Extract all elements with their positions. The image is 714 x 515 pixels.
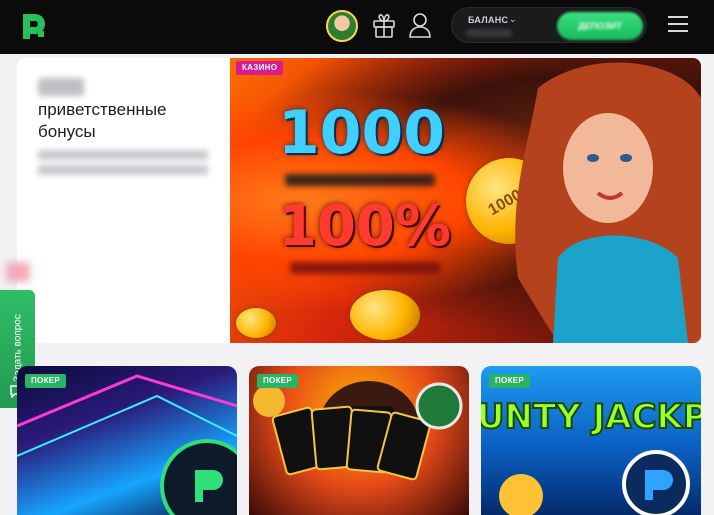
deposit-button[interactable]: ДЕПОЗИТ xyxy=(557,12,643,40)
top-header: БАЛАНС ⌄ ДЕПОЗИТ xyxy=(0,0,714,54)
casino-badge: КАЗИНО xyxy=(236,61,284,75)
logo-icon[interactable] xyxy=(19,11,49,41)
promo-banner[interactable]: приветственные бонусы КАЗИНО 1000 100% 1… xyxy=(17,58,701,343)
promo-image-hidden-line xyxy=(290,262,440,274)
game-card[interactable]: ПОКЕР BOUNTY JACKPOT xyxy=(481,366,701,515)
user-icon[interactable] xyxy=(407,11,433,39)
gift-icon[interactable] xyxy=(370,11,398,39)
poker-badge: ПОКЕР xyxy=(489,374,531,388)
coin-icon xyxy=(350,290,420,340)
promo-subtitle-hidden xyxy=(38,150,208,180)
bounty-title: BOUNTY JACKPOT xyxy=(481,397,701,437)
chevron-down-icon[interactable]: ⌄ xyxy=(509,14,517,25)
balance-amount xyxy=(466,29,512,37)
promo-title-hidden xyxy=(38,78,84,96)
coin-icon xyxy=(236,308,276,338)
game-card-art: BOUNTY JACKPOT xyxy=(481,396,701,515)
promo-image-number: 1000 xyxy=(278,98,445,168)
hamburger-menu-icon[interactable] xyxy=(668,16,688,34)
promo-image-hidden-line xyxy=(285,174,435,186)
game-card[interactable]: ПОКЕР xyxy=(17,366,237,515)
balance-widget[interactable]: БАЛАНС ⌄ ДЕПОЗИТ xyxy=(451,7,647,43)
game-card-art xyxy=(17,374,237,515)
game-card-art xyxy=(253,381,463,481)
notification-hidden xyxy=(6,262,30,282)
poker-badge: ПОКЕР xyxy=(257,374,299,388)
promo-image-percent: 100% xyxy=(278,194,452,259)
promo-image[interactable]: КАЗИНО 1000 100% 1000 FS xyxy=(230,58,701,343)
character-illustration xyxy=(515,62,701,343)
promo-title: приветственные бонусы xyxy=(38,100,167,141)
game-card[interactable]: ПОКЕР xyxy=(249,366,469,515)
balance-label: БАЛАНС xyxy=(468,15,509,25)
promo-text-panel: приветственные бонусы xyxy=(17,58,230,343)
poker-badge: ПОКЕР xyxy=(25,374,67,388)
avatar[interactable] xyxy=(326,10,358,42)
